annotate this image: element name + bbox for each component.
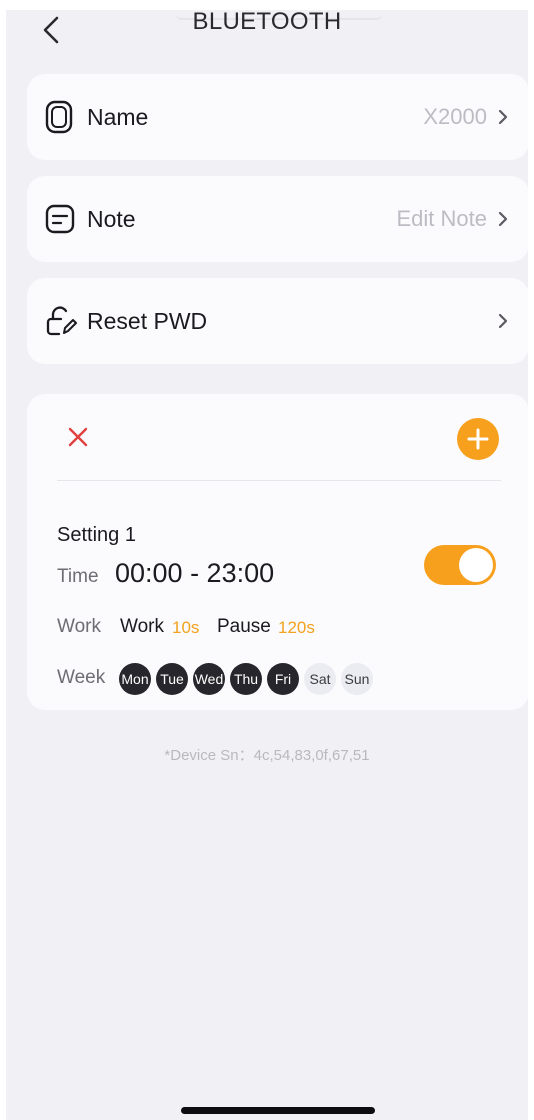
work-text: Work <box>120 616 164 637</box>
day-fri[interactable]: Fri <box>267 663 299 695</box>
reset-pwd-row[interactable]: Reset PWD <box>27 278 528 364</box>
plus-icon <box>467 428 489 450</box>
note-value: Edit Note <box>396 206 488 231</box>
reset-pwd-label: Reset PWD <box>87 307 208 334</box>
home-indicator <box>181 1107 375 1114</box>
work-value: 10s <box>172 618 200 637</box>
schedule-card: Setting 1 Time 00:00 - 23:00 Work Work 1… <box>27 394 528 710</box>
name-label: Name <box>87 103 149 130</box>
close-icon[interactable] <box>65 424 91 450</box>
pause-value: 120s <box>278 618 315 637</box>
lock-edit-icon <box>46 306 77 336</box>
day-sat[interactable]: Sat <box>304 663 336 695</box>
work-label: Work <box>57 616 101 637</box>
add-schedule-button[interactable] <box>457 418 499 460</box>
reset-pwd-card[interactable]: Reset PWD <box>27 278 528 364</box>
device-sn: *Device Sn：4c,54,83,0f,67,51 <box>164 747 370 764</box>
day-thu[interactable]: Thu <box>230 663 262 695</box>
note-label: Note <box>87 205 136 232</box>
toggle-knob <box>459 548 493 582</box>
schedule-toggle[interactable] <box>424 545 496 585</box>
note-icon <box>45 204 75 234</box>
day-wed[interactable]: Wed <box>193 663 225 695</box>
chevron-right-icon <box>498 211 508 227</box>
setting-name: Setting 1 <box>57 524 136 546</box>
chevron-right-icon <box>498 313 508 329</box>
day-tue[interactable]: Tue <box>156 663 188 695</box>
name-card[interactable]: Name X2000 <box>27 74 528 160</box>
divider <box>57 480 501 481</box>
watch-icon <box>45 100 73 134</box>
time-range[interactable]: 00:00 - 23:00 <box>115 558 274 589</box>
pause-text: Pause <box>217 616 271 637</box>
name-row[interactable]: Name X2000 <box>27 74 528 160</box>
note-row[interactable]: Note Edit Note <box>27 176 528 262</box>
day-sun[interactable]: Sun <box>341 663 373 695</box>
time-label: Time <box>57 566 99 587</box>
name-value: X2000 <box>423 104 487 129</box>
page-title: BLUETOOTH <box>192 10 342 35</box>
app-screen: BLUETOOTH Name X2000 Note Edit Note Rese… <box>6 10 528 1120</box>
week-label: Week <box>57 667 106 688</box>
day-mon[interactable]: Mon <box>119 663 151 695</box>
note-card[interactable]: Note Edit Note <box>27 176 528 262</box>
chevron-right-icon <box>498 109 508 125</box>
